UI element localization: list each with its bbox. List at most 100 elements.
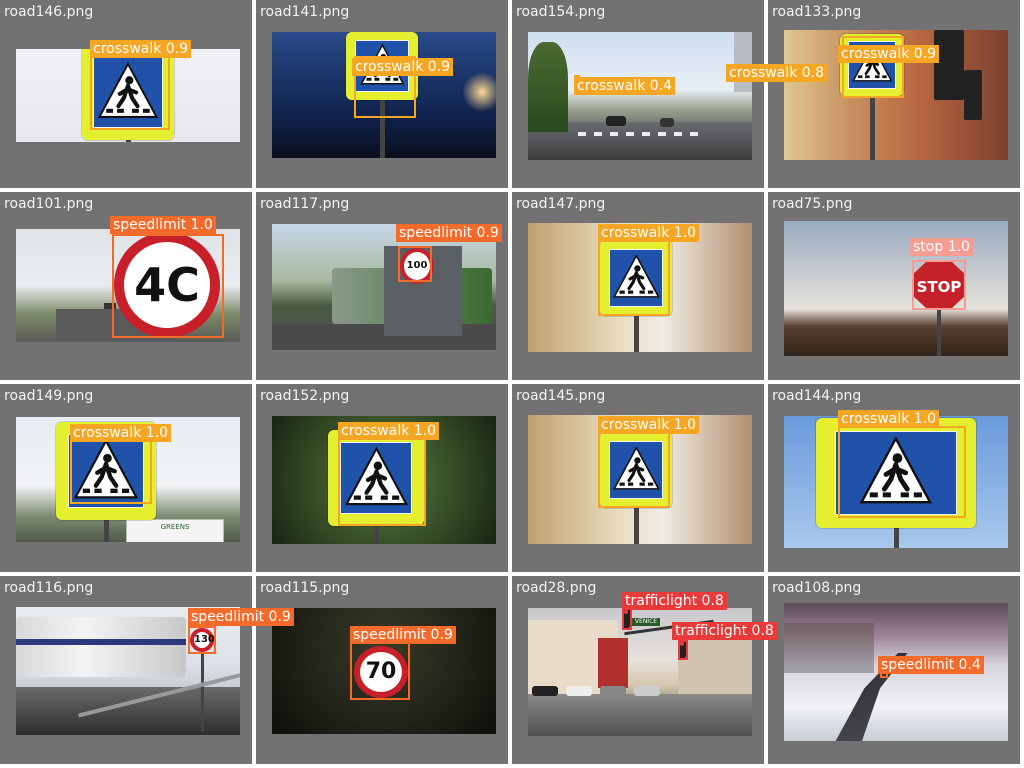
detection-class: crosswalk [729,65,798,81]
detection-label: crosswalk 0.9 [352,58,454,76]
detection-box [398,246,432,282]
detection-cell: road108.png speedlimit 0.4 [768,576,1020,764]
crosswalk-stripe [642,132,650,136]
crosswalk-stripe [578,132,586,136]
car [532,686,558,696]
detection-cell: road145.png crosswalk 1.0 [512,384,764,572]
image-filename: road146.png [4,4,94,20]
sign-pole [374,526,379,544]
detection-label: trafficlight 0.8 [622,592,727,610]
traffic-light [934,30,964,100]
detection-score: 1.0 [913,411,937,427]
detection-box [188,626,216,654]
detection-score: 0.8 [801,65,825,81]
detection-label: speedlimit 0.9 [188,608,294,626]
road-surface [16,687,240,735]
detection-score: 1.0 [947,239,970,255]
building [734,32,752,92]
detection-label: crosswalk 0.4 [574,77,676,95]
sign-pole [104,520,109,542]
detection-class: crosswalk [601,225,670,241]
detection-cell: road117.png 100 speedlimit 0.9 [256,192,508,380]
sign-pole [894,528,899,548]
crosswalk-stripe [674,132,682,136]
crosswalk-stripe [610,132,618,136]
street-light-glow [462,72,496,112]
image-filename: road141.png [260,4,350,20]
detection-box [90,48,170,130]
billboard: GREENS [126,519,224,542]
detection-cell: road144.png crosswalk 1.0 [768,384,1020,572]
detection-class: crosswalk [341,423,410,439]
image-filename: road115.png [260,580,350,596]
detection-score: 0.9 [913,46,937,62]
detection-cell: road146.png crosswalk 0.9 [0,0,252,188]
building [598,638,628,688]
image-filename: road152.png [260,388,350,404]
image-filename: road149.png [4,388,94,404]
car [634,686,660,696]
image-filename: road101.png [4,196,94,212]
detection-score: 0.8 [701,593,724,609]
crosswalk-stripe [658,132,666,136]
detection-box [598,238,670,316]
detection-score: 0.4 [649,78,673,94]
detection-score: 1.0 [413,423,437,439]
detection-class: speedlimit [353,627,427,643]
detection-cell: road28.png VENICE trafficlight 0.8 trafficl… [512,576,777,764]
image-filename: road117.png [260,196,350,212]
detection-cell: road116.png 130 speedlimit 0.9 [0,576,294,764]
crosswalk-stripe [594,132,602,136]
detection-class: trafficlight [625,593,698,609]
detection-label: crosswalk 1.0 [338,422,440,440]
crosswalk-stripe [626,132,634,136]
sign-pole [634,316,639,352]
detection-class: crosswalk [601,417,670,433]
detection-score: 0.9 [476,225,499,241]
detection-class: crosswalk [841,46,910,62]
detection-class: crosswalk [355,59,424,75]
car [606,116,626,126]
detection-label: crosswalk 0.9 [90,40,192,58]
truck [16,617,186,677]
crosswalk-stripe [690,132,698,136]
image-filename: road144.png [772,388,862,404]
sign-pole [937,308,941,356]
detection-label: speedlimit 1.0 [110,216,216,234]
detection-class: speedlimit [113,217,187,233]
image-filename: road133.png [772,4,862,20]
detection-score: 0.9 [165,41,189,57]
sign-pole [126,140,131,142]
detection-cell: road101.png 4C speedlimit 1.0 [0,192,252,380]
detection-box [112,234,224,338]
detection-box [598,430,670,508]
detection-score: 1.0 [190,217,213,233]
detection-label: crosswalk 0.8 [726,64,828,82]
detection-box [912,260,966,310]
photo: 100 [272,224,496,350]
detection-cell: road75.png STOP stop 1.0 [768,192,1020,380]
image-filename: road145.png [516,388,606,404]
detection-score: 1.0 [145,425,169,441]
detection-class: speedlimit [881,657,955,673]
photo [528,32,752,160]
detection-box [838,426,966,518]
detection-label: trafficlight 0.8 [672,622,777,640]
detection-label: crosswalk 1.0 [838,410,940,428]
detection-box [70,432,152,504]
photo: STOP [784,221,1008,356]
detection-label: speedlimit 0.9 [396,224,502,242]
detection-label: crosswalk 1.0 [598,416,700,434]
detection-score: 1.0 [673,417,697,433]
traffic-light [964,70,982,120]
image-filename: road116.png [4,580,94,596]
detection-class: speedlimit [191,609,265,625]
detection-score: 0.9 [268,609,291,625]
detection-label: crosswalk 1.0 [598,224,700,242]
detection-cell: road154.png crosswalk 0.4 crosswalk 0.8 [512,0,828,188]
trees [528,42,568,132]
detection-cell: road152.png crosswalk 1.0 [256,384,508,572]
detection-class: trafficlight [675,623,748,639]
detection-class: crosswalk [93,41,162,57]
sign-pole [870,96,875,160]
